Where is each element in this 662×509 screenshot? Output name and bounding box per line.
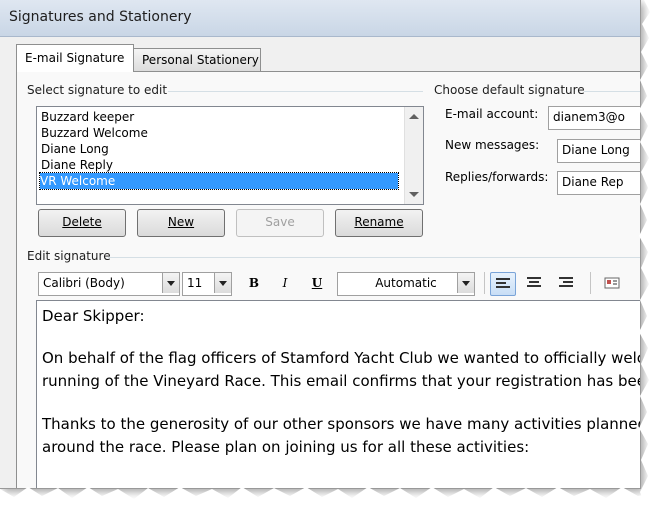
font-select[interactable]: Calibri (Body) xyxy=(38,272,180,296)
signatures-dialog: Signatures and Stationery E-mail Signatu… xyxy=(0,0,641,489)
italic-button[interactable]: I xyxy=(273,272,297,294)
font-size-value: 11 xyxy=(187,276,203,290)
rename-button[interactable]: Rename xyxy=(335,209,423,237)
align-right-button[interactable] xyxy=(554,272,578,294)
list-item[interactable]: Buzzard Welcome xyxy=(41,125,148,141)
business-card-button[interactable] xyxy=(600,272,624,294)
chevron-down-icon[interactable] xyxy=(457,273,474,293)
list-item-selected[interactable]: VR Welcome xyxy=(39,172,399,190)
chevron-down-icon[interactable] xyxy=(409,192,419,197)
chevron-up-icon[interactable] xyxy=(409,114,419,119)
list-item[interactable]: Buzzard keeper xyxy=(41,109,134,125)
editor-line: running of the Vineyard Race. This email… xyxy=(42,372,641,390)
align-center-button[interactable] xyxy=(522,272,546,294)
font-color-value: Automatic xyxy=(375,276,437,290)
align-center-icon xyxy=(527,277,541,289)
delete-button[interactable]: Delete xyxy=(38,209,126,237)
divider xyxy=(108,257,640,258)
divider xyxy=(168,91,423,92)
email-account-value: dianem3@o xyxy=(553,110,625,124)
align-left-icon xyxy=(496,278,510,290)
font-value: Calibri (Body) xyxy=(43,276,125,290)
signature-list[interactable]: Buzzard keeper Buzzard Welcome Diane Lon… xyxy=(36,106,424,205)
toolbar-separator xyxy=(590,272,591,294)
save-button[interactable]: Save xyxy=(236,209,324,237)
new-messages-select[interactable]: Diane Long xyxy=(557,139,640,163)
chevron-down-icon[interactable] xyxy=(162,273,179,293)
toolbar-separator xyxy=(484,272,485,294)
edit-signature-label: Edit signature xyxy=(27,249,111,263)
business-card-icon xyxy=(604,277,620,289)
bold-button[interactable]: B xyxy=(242,272,266,294)
list-scrollbar[interactable] xyxy=(404,107,423,204)
underline-button[interactable]: U xyxy=(305,272,329,294)
tab-email-signature-label: E-mail Signature xyxy=(25,51,125,65)
new-button[interactable]: New xyxy=(137,209,225,237)
tab-personal-stationery-label: Personal Stationery xyxy=(142,53,259,67)
new-messages-label: New messages: xyxy=(445,138,540,152)
window-title: Signatures and Stationery xyxy=(9,9,192,25)
save-button-label: Save xyxy=(265,215,295,229)
title-bar[interactable]: Signatures and Stationery xyxy=(0,0,640,37)
torn-edge-bottom xyxy=(0,487,662,509)
torn-edge-right xyxy=(639,0,662,509)
align-left-button[interactable] xyxy=(490,272,516,296)
new-button-label: New xyxy=(167,215,195,229)
new-messages-value: Diane Long xyxy=(562,143,630,157)
replies-forwards-select[interactable]: Diane Rep xyxy=(557,171,640,195)
list-item[interactable]: Diane Reply xyxy=(41,157,113,173)
signature-editor[interactable]: Dear Skipper: On behalf of the flag offi… xyxy=(36,300,641,488)
default-signature-label: Choose default signature xyxy=(434,83,585,97)
align-right-icon xyxy=(559,277,573,289)
editor-line: On behalf of the flag officers of Stamfo… xyxy=(42,349,641,367)
list-item[interactable]: Diane Long xyxy=(41,141,109,157)
select-signature-label: Select signature to edit xyxy=(27,83,168,97)
editor-line: around the race. Please plan on joining … xyxy=(42,438,530,456)
rename-button-label: Rename xyxy=(354,215,404,229)
font-color-select[interactable]: Automatic xyxy=(337,272,475,296)
replies-forwards-label: Replies/forwards: xyxy=(445,170,549,184)
font-size-select[interactable]: 11 xyxy=(182,272,232,296)
editor-line: Thanks to the generosity of our other sp… xyxy=(42,415,641,433)
replies-forwards-value: Diane Rep xyxy=(562,175,624,189)
editor-line: Dear Skipper: xyxy=(42,307,145,325)
chevron-down-icon[interactable] xyxy=(214,273,231,293)
tab-email-signature[interactable]: E-mail Signature xyxy=(16,44,134,72)
email-account-label: E-mail account: xyxy=(445,107,539,121)
delete-button-label: Delete xyxy=(62,215,102,229)
tab-personal-stationery[interactable]: Personal Stationery xyxy=(133,48,261,71)
email-account-select[interactable]: dianem3@o xyxy=(548,106,640,130)
